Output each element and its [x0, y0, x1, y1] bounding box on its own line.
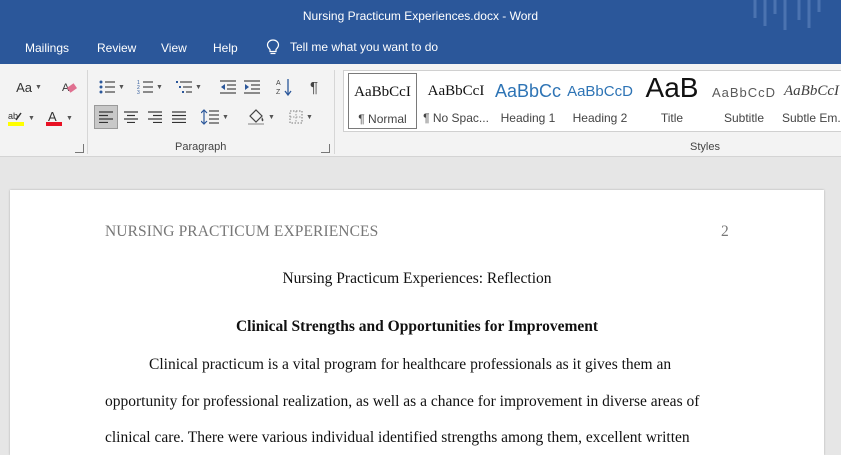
bullet-list-icon	[99, 80, 116, 94]
title-bar-decoration	[753, 0, 821, 30]
chevron-down-icon: ▼	[66, 114, 73, 122]
tab-mailings[interactable]: Mailings	[25, 41, 69, 55]
tell-me-search[interactable]: Tell me what you want to do	[266, 39, 438, 55]
chevron-down-icon: ▼	[118, 83, 125, 91]
chevron-down-icon: ▼	[156, 83, 163, 91]
show-formatting-button[interactable]: ¶	[304, 76, 324, 98]
ribbon-tabs: Mailings Review View Help Tell me what y…	[0, 32, 841, 64]
style-normal[interactable]: AaBbCcI ¶ Normal	[348, 73, 417, 129]
style-preview: AaBbCcI	[427, 83, 485, 99]
paint-bucket-icon	[248, 109, 265, 125]
align-right-icon	[148, 111, 162, 123]
borders-icon	[289, 110, 303, 124]
chevron-down-icon: ▼	[268, 113, 275, 121]
style-preview: AaBbCcI	[784, 83, 839, 99]
style-name: ¶ No Spac...	[423, 111, 489, 125]
body-text-line: Clinical practicum is a vital program fo…	[149, 356, 672, 373]
chevron-down-icon: ▼	[306, 113, 313, 121]
tell-me-label: Tell me what you want to do	[290, 40, 439, 54]
svg-text:A: A	[48, 109, 57, 124]
numbering-button[interactable]: 123 ▼	[134, 76, 166, 98]
align-left-button[interactable]	[94, 105, 118, 129]
clear-formatting-button[interactable]: A	[58, 76, 80, 98]
font-color-button[interactable]: A ▼	[42, 106, 76, 130]
style-name: Heading 2	[572, 111, 628, 125]
eraser-icon: A	[62, 82, 77, 94]
style-subtle-emphasis[interactable]: AaBbCcI Subtle Em...	[780, 71, 841, 131]
lightbulb-icon	[266, 39, 280, 55]
chevron-down-icon: ▼	[222, 113, 229, 121]
document-page[interactable]: NURSING PRACTICUM EXPERIENCES 2 Nursing …	[10, 190, 824, 455]
style-name: Heading 1	[500, 111, 556, 125]
style-name: Subtitle	[723, 111, 765, 125]
justify-button[interactable]	[168, 105, 190, 129]
sort-icon: AZ	[276, 79, 292, 96]
style-preview: AaBbCc	[494, 81, 562, 101]
tab-view[interactable]: View	[161, 41, 187, 55]
align-left-icon	[99, 111, 113, 123]
style-title[interactable]: AaB Title	[636, 71, 708, 131]
justify-icon	[172, 111, 186, 123]
section-heading: Clinical Strengths and Opportunities for…	[235, 318, 599, 335]
style-name: Title	[660, 111, 684, 125]
style-preview: AaB	[645, 72, 699, 103]
tab-help[interactable]: Help	[213, 41, 238, 55]
decrease-indent-button[interactable]	[218, 76, 238, 98]
group-separator	[87, 70, 88, 154]
title-bar: Nursing Practicum Experiences.docx - Wor…	[0, 0, 841, 32]
body-text-line: clinical care. There were various indivi…	[105, 429, 690, 446]
document-title: Nursing Practicum Experiences: Reflectio…	[282, 270, 552, 287]
paragraph-group-label: Paragraph	[175, 141, 227, 153]
align-center-button[interactable]	[120, 105, 142, 129]
style-preview: AaBbCcD	[711, 85, 777, 100]
styles-group-label: Styles	[690, 141, 720, 153]
increase-indent-icon	[244, 80, 260, 94]
style-preview: AaBbCcI	[354, 84, 411, 100]
svg-text:3: 3	[137, 90, 140, 94]
svg-text:A: A	[276, 80, 281, 87]
increase-indent-button[interactable]	[242, 76, 262, 98]
font-dialog-launcher[interactable]	[75, 144, 84, 153]
chevron-down-icon: ▼	[34, 83, 42, 91]
change-case-label: Aa	[16, 79, 32, 95]
pilcrow-icon: ¶	[309, 78, 319, 96]
multilevel-list-button[interactable]: ▼	[172, 76, 206, 98]
style-preview: AaBbCcD	[567, 83, 633, 100]
shading-button[interactable]: ▼	[244, 105, 278, 129]
tab-review[interactable]: Review	[97, 41, 136, 55]
line-spacing-button[interactable]: ▼	[198, 105, 232, 129]
style-name: ¶ Normal	[358, 112, 407, 126]
highlight-color-button[interactable]: ab ▼	[4, 106, 38, 130]
decrease-indent-icon	[220, 80, 236, 94]
style-no-spacing[interactable]: AaBbCcI ¶ No Spac...	[420, 71, 492, 131]
bullets-button[interactable]: ▼	[96, 76, 128, 98]
chevron-down-icon: ▼	[28, 114, 35, 122]
align-right-button[interactable]	[144, 105, 166, 129]
style-subtitle[interactable]: AaBbCcD Subtitle	[708, 71, 780, 131]
align-center-icon	[124, 111, 138, 123]
window-title: Nursing Practicum Experiences.docx - Wor…	[302, 9, 539, 23]
styles-gallery: AaBbCcI ¶ Normal AaBbCcI ¶ No Spac... Aa…	[343, 70, 841, 132]
chevron-down-icon: ▼	[195, 83, 202, 91]
group-separator	[334, 70, 335, 154]
svg-text:Z: Z	[276, 89, 281, 96]
line-spacing-icon	[201, 109, 220, 125]
body-text-line: opportunity for professional realization…	[105, 393, 700, 410]
font-color-icon: A	[46, 109, 63, 126]
sort-button[interactable]: AZ	[274, 76, 294, 98]
style-heading-1[interactable]: AaBbCc Heading 1	[492, 71, 564, 131]
highlighter-icon: ab	[8, 111, 25, 126]
borders-button[interactable]: ▼	[284, 105, 318, 129]
page-number: 2	[721, 223, 729, 240]
change-case-button[interactable]: Aa ▼	[12, 76, 46, 98]
paragraph-dialog-launcher[interactable]	[321, 144, 330, 153]
numbered-list-icon: 123	[137, 80, 154, 94]
multilevel-list-icon	[176, 81, 193, 93]
style-heading-2[interactable]: AaBbCcD Heading 2	[564, 71, 636, 131]
style-name: Subtle Em...	[782, 111, 841, 125]
running-head: NURSING PRACTICUM EXPERIENCES	[105, 223, 379, 240]
